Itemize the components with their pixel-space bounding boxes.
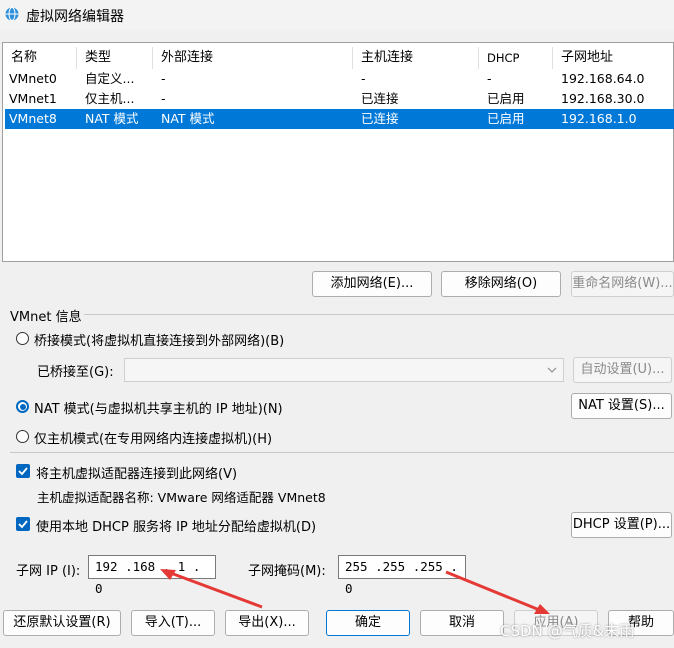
annotation-arrows [160, 569, 550, 614]
annotation-arrow-2 [445, 570, 550, 614]
watermark-text: CSDN @气质&末雨 [500, 622, 635, 640]
annotation-arrow-1 [160, 569, 263, 609]
